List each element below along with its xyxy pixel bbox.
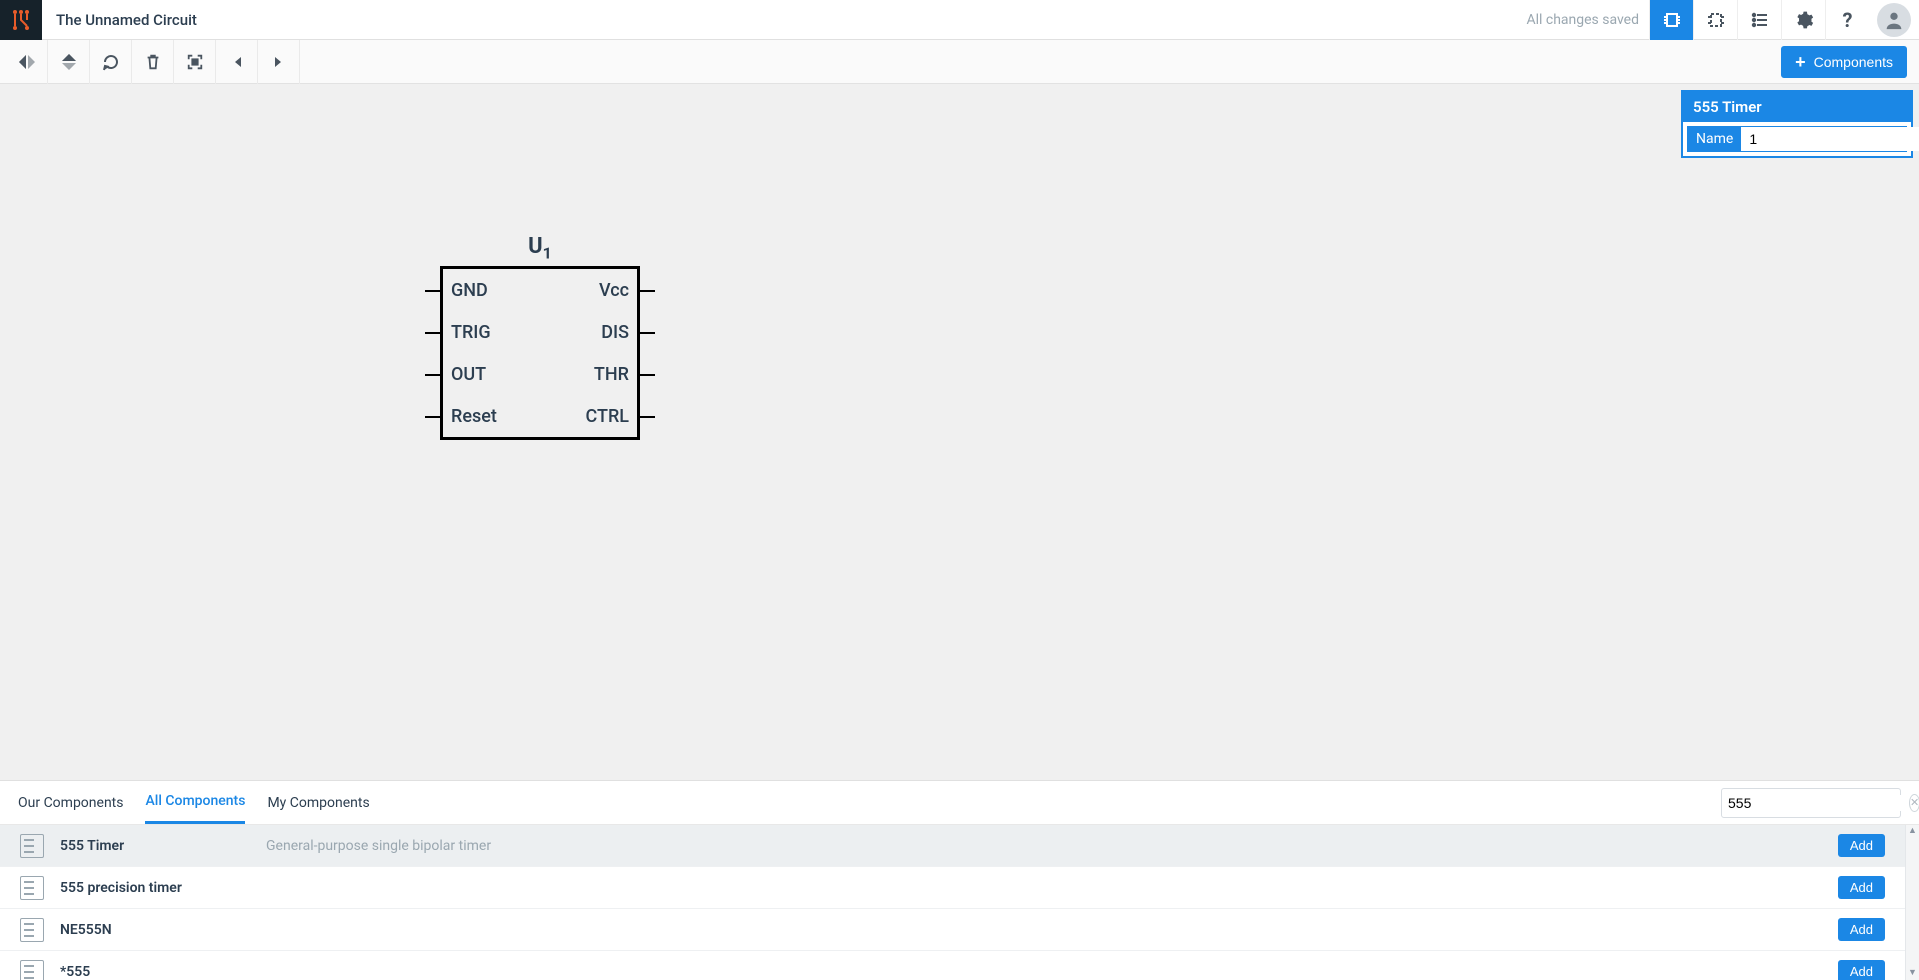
chip-small-icon <box>20 876 44 900</box>
add-component-button[interactable]: Add <box>1838 876 1885 899</box>
flip-h-icon <box>17 52 37 72</box>
save-status: All changes saved <box>1526 12 1639 28</box>
component-name: *555 <box>60 964 250 980</box>
tab-all-components[interactable]: All Components <box>145 781 245 824</box>
help-button[interactable]: ? <box>1825 0 1869 40</box>
question-icon: ? <box>1843 8 1853 32</box>
pin-row[interactable]: TRIG DIS <box>443 311 637 353</box>
app-header: The Unnamed Circuit All changes saved ? <box>0 0 1919 40</box>
pin-left[interactable]: Reset <box>451 406 497 427</box>
property-name-row: Name <box>1687 126 1907 152</box>
editor-toolbar: + Components <box>0 40 1919 84</box>
tab-my-components[interactable]: My Components <box>267 781 369 824</box>
add-component-button[interactable]: Add <box>1838 834 1885 857</box>
tab-our-components[interactable]: Our Components <box>18 781 123 824</box>
skip-next-icon <box>271 54 287 70</box>
clear-search-button[interactable]: ✕ <box>1909 794 1919 812</box>
pin-left[interactable]: GND <box>451 280 488 301</box>
property-name-label: Name <box>1688 127 1741 151</box>
library-search: ✕ <box>1721 788 1901 818</box>
pin-right[interactable]: DIS <box>601 322 629 343</box>
fit-icon <box>186 53 204 71</box>
component-row[interactable]: 555 precision timer Add <box>0 867 1905 909</box>
list-icon <box>1750 10 1770 30</box>
component-u1[interactable]: U1 GND Vcc TRIG DIS OUT THR Reset CTRL <box>440 234 640 440</box>
fit-screen-button[interactable] <box>174 40 216 84</box>
component-name: 555 precision timer <box>60 880 250 896</box>
flip-v-icon <box>59 52 79 72</box>
components-button-label: Components <box>1814 54 1893 70</box>
app-logo[interactable] <box>0 0 42 40</box>
properties-panel: 555 Timer Name <box>1681 90 1913 158</box>
gear-icon <box>1794 10 1814 30</box>
project-title[interactable]: The Unnamed Circuit <box>56 11 197 29</box>
prev-button[interactable] <box>216 40 258 84</box>
component-row[interactable]: *555 Add <box>0 951 1905 980</box>
circuit-logo-icon <box>9 8 33 32</box>
chip-small-icon <box>20 960 44 980</box>
chip-outline-icon <box>1706 10 1726 30</box>
component-row[interactable]: 555 Timer General-purpose single bipolar… <box>0 825 1905 867</box>
library-search-input[interactable] <box>1728 795 1909 811</box>
add-component-button[interactable]: Add <box>1838 960 1885 980</box>
pin-right[interactable]: THR <box>594 364 629 385</box>
flip-horizontal-button[interactable] <box>6 40 48 84</box>
add-components-button[interactable]: + Components <box>1781 46 1907 78</box>
chip-small-icon <box>20 918 44 942</box>
user-icon <box>1883 9 1905 31</box>
rotate-button[interactable] <box>90 40 132 84</box>
chip-body[interactable]: GND Vcc TRIG DIS OUT THR Reset CTRL <box>440 266 640 440</box>
scroll-up-icon[interactable]: ▲ <box>1908 827 1917 836</box>
add-component-button[interactable]: Add <box>1838 918 1885 941</box>
scroll-down-icon[interactable]: ▼ <box>1908 969 1917 978</box>
component-name: 555 Timer <box>60 838 250 854</box>
component-library: Our Components All Components My Compone… <box>0 780 1919 980</box>
flip-vertical-button[interactable] <box>48 40 90 84</box>
pin-right[interactable]: CTRL <box>585 406 629 427</box>
pin-row[interactable]: GND Vcc <box>443 269 637 311</box>
pin-left[interactable]: TRIG <box>451 322 491 343</box>
next-button[interactable] <box>258 40 300 84</box>
delete-button[interactable] <box>132 40 174 84</box>
skip-prev-icon <box>229 54 245 70</box>
chip-icon <box>1662 10 1682 30</box>
plus-icon: + <box>1795 53 1806 71</box>
pin-row[interactable]: Reset CTRL <box>443 395 637 437</box>
properties-header: 555 Timer <box>1683 92 1911 122</box>
user-avatar[interactable] <box>1877 3 1911 37</box>
component-description: General-purpose single bipolar timer <box>266 838 1822 854</box>
component-list[interactable]: 555 Timer General-purpose single bipolar… <box>0 825 1905 980</box>
pin-left[interactable]: OUT <box>451 364 486 385</box>
component-row[interactable]: NE555N Add <box>0 909 1905 951</box>
library-scrollbar[interactable]: ▲ ▼ <box>1905 825 1919 980</box>
trash-icon <box>144 53 162 71</box>
property-name-input[interactable] <box>1741 127 1919 151</box>
settings-button[interactable] <box>1781 0 1825 40</box>
pin-row[interactable]: OUT THR <box>443 353 637 395</box>
schematic-canvas[interactable]: U1 GND Vcc TRIG DIS OUT THR Reset CTRL 5… <box>0 84 1919 780</box>
list-view-button[interactable] <box>1737 0 1781 40</box>
rotate-icon <box>101 52 121 72</box>
schematic-view-button[interactable] <box>1649 0 1693 40</box>
chip-small-icon <box>20 834 44 858</box>
library-tabs: Our Components All Components My Compone… <box>0 781 1919 825</box>
component-reference: U1 <box>440 234 640 262</box>
component-name: NE555N <box>60 922 250 938</box>
close-icon: ✕ <box>1910 796 1919 809</box>
pin-right[interactable]: Vcc <box>599 280 629 301</box>
pcb-view-button[interactable] <box>1693 0 1737 40</box>
